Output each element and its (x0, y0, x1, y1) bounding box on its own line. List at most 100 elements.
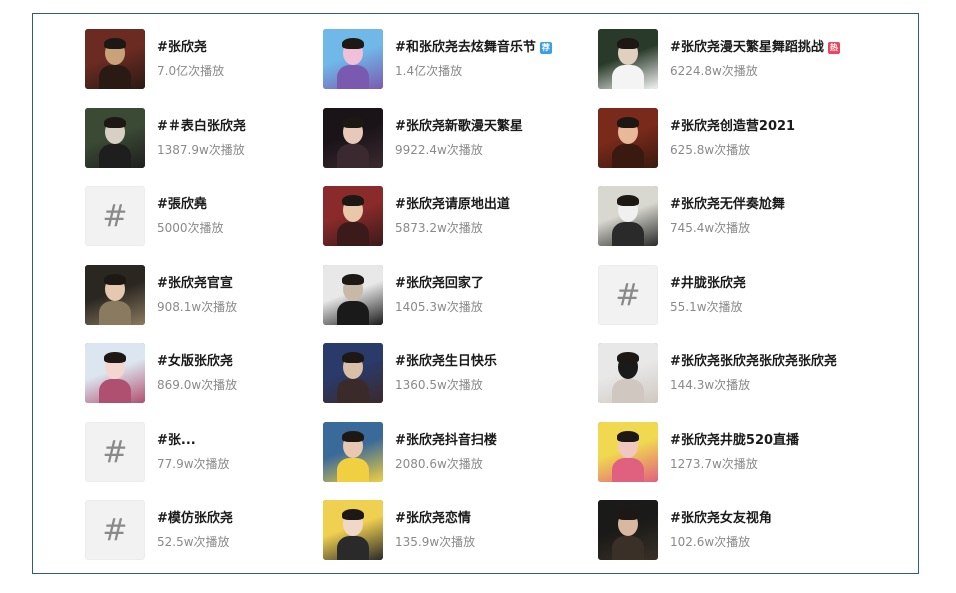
topic-thumbnail (323, 186, 383, 246)
topic-title-text: #女版张欣尧 (157, 354, 233, 369)
topic-item[interactable]: #和张欣尧去炫舞音乐节荐 1.4亿次播放 (323, 28, 552, 90)
topic-meta: #张欣尧新歌漫天繁星 9922.4w次播放 (395, 108, 523, 168)
topic-item[interactable]: # #井胧张欣尧 55.1w次播放 (598, 264, 746, 326)
topic-item[interactable]: #张欣尧井胧520直播 1273.7w次播放 (598, 421, 799, 483)
topic-meta: #模仿张欣尧 52.5w次播放 (157, 500, 233, 560)
topic-meta: #张欣尧抖音扫楼 2080.6w次播放 (395, 422, 497, 482)
topic-title-text: #张欣尧生日快乐 (395, 354, 497, 369)
topic-item[interactable]: #张欣尧漫天繁星舞蹈挑战热 6224.8w次播放 (598, 28, 840, 90)
topic-title[interactable]: #张欣尧回家了 (395, 275, 484, 293)
topic-title-text: #张欣尧新歌漫天繁星 (395, 119, 523, 134)
topic-item[interactable]: # #張欣堯 5000次播放 (85, 185, 224, 247)
topic-item[interactable]: #张欣尧 7.0亿次播放 (85, 28, 224, 90)
topic-title[interactable]: #张欣尧无伴奏尬舞 (670, 196, 785, 214)
topic-title[interactable]: #张欣尧创造营2021 (670, 118, 795, 136)
topic-title-text: #张欣尧创造营2021 (670, 119, 796, 134)
topic-thumbnail (85, 29, 145, 89)
play-count: 5873.2w次播放 (395, 221, 483, 235)
topic-thumbnail (598, 422, 658, 482)
topic-title-text: #张欣尧漫天繁星舞蹈挑战 (670, 40, 824, 55)
topic-meta: #张欣尧回家了 1405.3w次播放 (395, 265, 484, 325)
topic-title-text: #张欣尧井胧520直播 (670, 433, 800, 448)
topic-title[interactable]: #张欣尧官宣 (157, 275, 237, 293)
play-count: 77.9w次播放 (157, 457, 230, 471)
topic-meta: #張欣堯 5000次播放 (157, 186, 224, 246)
topic-item[interactable]: #张欣尧生日快乐 1360.5w次播放 (323, 342, 497, 404)
topic-thumbnail (323, 422, 383, 482)
topic-item[interactable]: # #张... 77.9w次播放 (85, 421, 230, 483)
play-count: 135.9w次播放 (395, 535, 476, 549)
topic-meta: #张欣尧官宣 908.1w次播放 (157, 265, 237, 325)
topic-item[interactable]: #张欣尧新歌漫天繁星 9922.4w次播放 (323, 107, 523, 169)
topic-meta: #张... 77.9w次播放 (157, 422, 230, 482)
topic-title[interactable]: #张欣尧抖音扫楼 (395, 432, 497, 450)
topic-title[interactable]: #井胧张欣尧 (670, 275, 746, 293)
topic-title[interactable]: #张欣尧 (157, 39, 224, 57)
topic-title[interactable]: #张欣尧漫天繁星舞蹈挑战热 (670, 39, 840, 57)
play-count: 1.4亿次播放 (395, 64, 463, 78)
topic-title[interactable]: #张欣尧女友视角 (670, 510, 772, 528)
topic-title-text: #張欣堯 (157, 197, 207, 212)
topic-item[interactable]: #张欣尧创造营2021 625.8w次播放 (598, 107, 795, 169)
topic-thumbnail (598, 186, 658, 246)
topic-item[interactable]: #＃表白张欣尧 1387.9w次播放 (85, 107, 246, 169)
play-count: 1405.3w次播放 (395, 300, 483, 314)
topic-title-text: #和张欣尧去炫舞音乐节 (395, 40, 536, 55)
hashtag-placeholder-icon: # (598, 265, 658, 325)
topic-title[interactable]: #张欣尧请原地出道 (395, 196, 510, 214)
topic-item[interactable]: #张欣尧回家了 1405.3w次播放 (323, 264, 484, 326)
topic-title-text: #张欣尧回家了 (395, 276, 484, 291)
topic-item[interactable]: #张欣尧抖音扫楼 2080.6w次播放 (323, 421, 497, 483)
topic-title[interactable]: #女版张欣尧 (157, 353, 237, 371)
topic-item[interactable]: #张欣尧恋情 135.9w次播放 (323, 499, 475, 561)
play-count: 2080.6w次播放 (395, 457, 483, 471)
topic-item[interactable]: #张欣尧张欣尧张欣尧张欣尧 144.3w次播放 (598, 342, 837, 404)
topic-meta: #张欣尧女友视角 102.6w次播放 (670, 500, 772, 560)
hashtag-placeholder-icon: # (85, 500, 145, 560)
play-count: 144.3w次播放 (670, 378, 751, 392)
topic-meta: #＃表白张欣尧 1387.9w次播放 (157, 108, 246, 168)
topic-item[interactable]: #张欣尧女友视角 102.6w次播放 (598, 499, 772, 561)
play-count: 1273.7w次播放 (670, 457, 758, 471)
topic-item[interactable]: #女版张欣尧 869.0w次播放 (85, 342, 237, 404)
topic-meta: #张欣尧请原地出道 5873.2w次播放 (395, 186, 510, 246)
topic-title-text: #模仿张欣尧 (157, 511, 233, 526)
topic-title[interactable]: #张欣尧生日快乐 (395, 353, 497, 371)
play-count: 52.5w次播放 (157, 535, 230, 549)
topic-meta: #张欣尧井胧520直播 1273.7w次播放 (670, 422, 799, 482)
topic-item[interactable]: # #模仿张欣尧 52.5w次播放 (85, 499, 233, 561)
play-count: 1387.9w次播放 (157, 143, 245, 157)
topic-title[interactable]: #张欣尧新歌漫天繁星 (395, 118, 523, 136)
play-count: 745.4w次播放 (670, 221, 751, 235)
topic-title[interactable]: #张... (157, 432, 230, 450)
topic-title[interactable]: #张欣尧张欣尧张欣尧张欣尧 (670, 353, 837, 371)
topic-meta: #张欣尧张欣尧张欣尧张欣尧 144.3w次播放 (670, 343, 837, 403)
topic-meta: #张欣尧 7.0亿次播放 (157, 29, 224, 89)
topic-meta: #张欣尧创造营2021 625.8w次播放 (670, 108, 795, 168)
topic-title-text: #张欣尧请原地出道 (395, 197, 510, 212)
topic-title[interactable]: #和张欣尧去炫舞音乐节荐 (395, 39, 552, 57)
topic-title[interactable]: #张欣尧恋情 (395, 510, 475, 528)
topic-meta: #和张欣尧去炫舞音乐节荐 1.4亿次播放 (395, 29, 552, 89)
topic-meta: #张欣尧恋情 135.9w次播放 (395, 500, 475, 560)
topic-item[interactable]: #张欣尧官宣 908.1w次播放 (85, 264, 237, 326)
topic-title-text: #张欣尧无伴奏尬舞 (670, 197, 785, 212)
topic-thumbnail (323, 108, 383, 168)
topic-title-text: #张欣尧女友视角 (670, 511, 772, 526)
topic-item[interactable]: #张欣尧请原地出道 5873.2w次播放 (323, 185, 510, 247)
topic-list-panel: #张欣尧 7.0亿次播放 #＃表白张欣尧 1387.9w次播放 # #張欣堯 5000次播放… (32, 13, 919, 574)
topic-thumbnail (323, 500, 383, 560)
topic-grid: #张欣尧 7.0亿次播放 #＃表白张欣尧 1387.9w次播放 # #張欣堯 5000次播放… (85, 28, 915, 568)
play-count: 908.1w次播放 (157, 300, 238, 314)
topic-title[interactable]: #＃表白张欣尧 (157, 118, 246, 136)
topic-thumbnail (85, 265, 145, 325)
topic-item[interactable]: #张欣尧无伴奏尬舞 745.4w次播放 (598, 185, 785, 247)
topic-title[interactable]: #張欣堯 (157, 196, 224, 214)
topic-thumbnail (598, 108, 658, 168)
play-count: 625.8w次播放 (670, 143, 751, 157)
hot-badge: 热 (827, 42, 840, 54)
topic-title[interactable]: #张欣尧井胧520直播 (670, 432, 799, 450)
topic-title[interactable]: #模仿张欣尧 (157, 510, 233, 528)
topic-meta: #张欣尧漫天繁星舞蹈挑战热 6224.8w次播放 (670, 29, 840, 89)
topic-title-text: #＃表白张欣尧 (157, 119, 246, 134)
